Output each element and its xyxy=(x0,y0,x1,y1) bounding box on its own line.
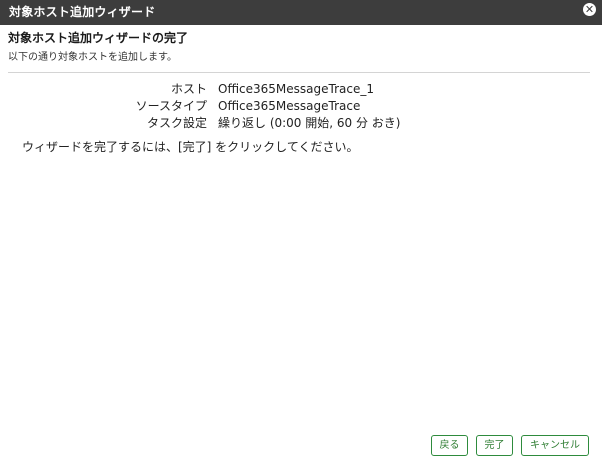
summary-value: Office365MessageTrace xyxy=(218,99,361,113)
cancel-button[interactable]: キャンセル xyxy=(521,435,589,456)
summary-row-source-type: ソースタイプ Office365MessageTrace xyxy=(0,98,602,115)
summary-label: ソースタイプ xyxy=(135,99,207,113)
summary-value: 繰り返し (0:00 開始, 60 分 おき) xyxy=(218,116,401,130)
divider xyxy=(8,72,590,73)
summary-value: Office365MessageTrace_1 xyxy=(218,82,374,96)
instruction-text: ウィザードを完了するには、[完了] をクリックしてください。 xyxy=(22,140,359,154)
dialog-title: 対象ホスト追加ウィザード xyxy=(9,5,156,19)
finish-button[interactable]: 完了 xyxy=(476,435,513,456)
page-subheading: 以下の通り対象ホストを追加します。 xyxy=(8,52,177,63)
summary-row-task-settings: タスク設定 繰り返し (0:00 開始, 60 分 おき) xyxy=(0,115,602,132)
close-icon[interactable]: ✕ xyxy=(583,3,596,16)
page-heading: 対象ホスト追加ウィザードの完了 xyxy=(8,31,189,45)
summary-label: ホスト xyxy=(170,82,207,96)
summary-list: ホスト Office365MessageTrace_1 ソースタイプ Offic… xyxy=(0,81,602,132)
dialog-titlebar: 対象ホスト追加ウィザード ✕ xyxy=(0,0,602,25)
summary-label: タスク設定 xyxy=(146,116,207,130)
summary-row-host: ホスト Office365MessageTrace_1 xyxy=(0,81,602,98)
dialog-footer: 戻る 完了 キャンセル xyxy=(431,435,589,458)
back-button[interactable]: 戻る xyxy=(431,435,468,456)
